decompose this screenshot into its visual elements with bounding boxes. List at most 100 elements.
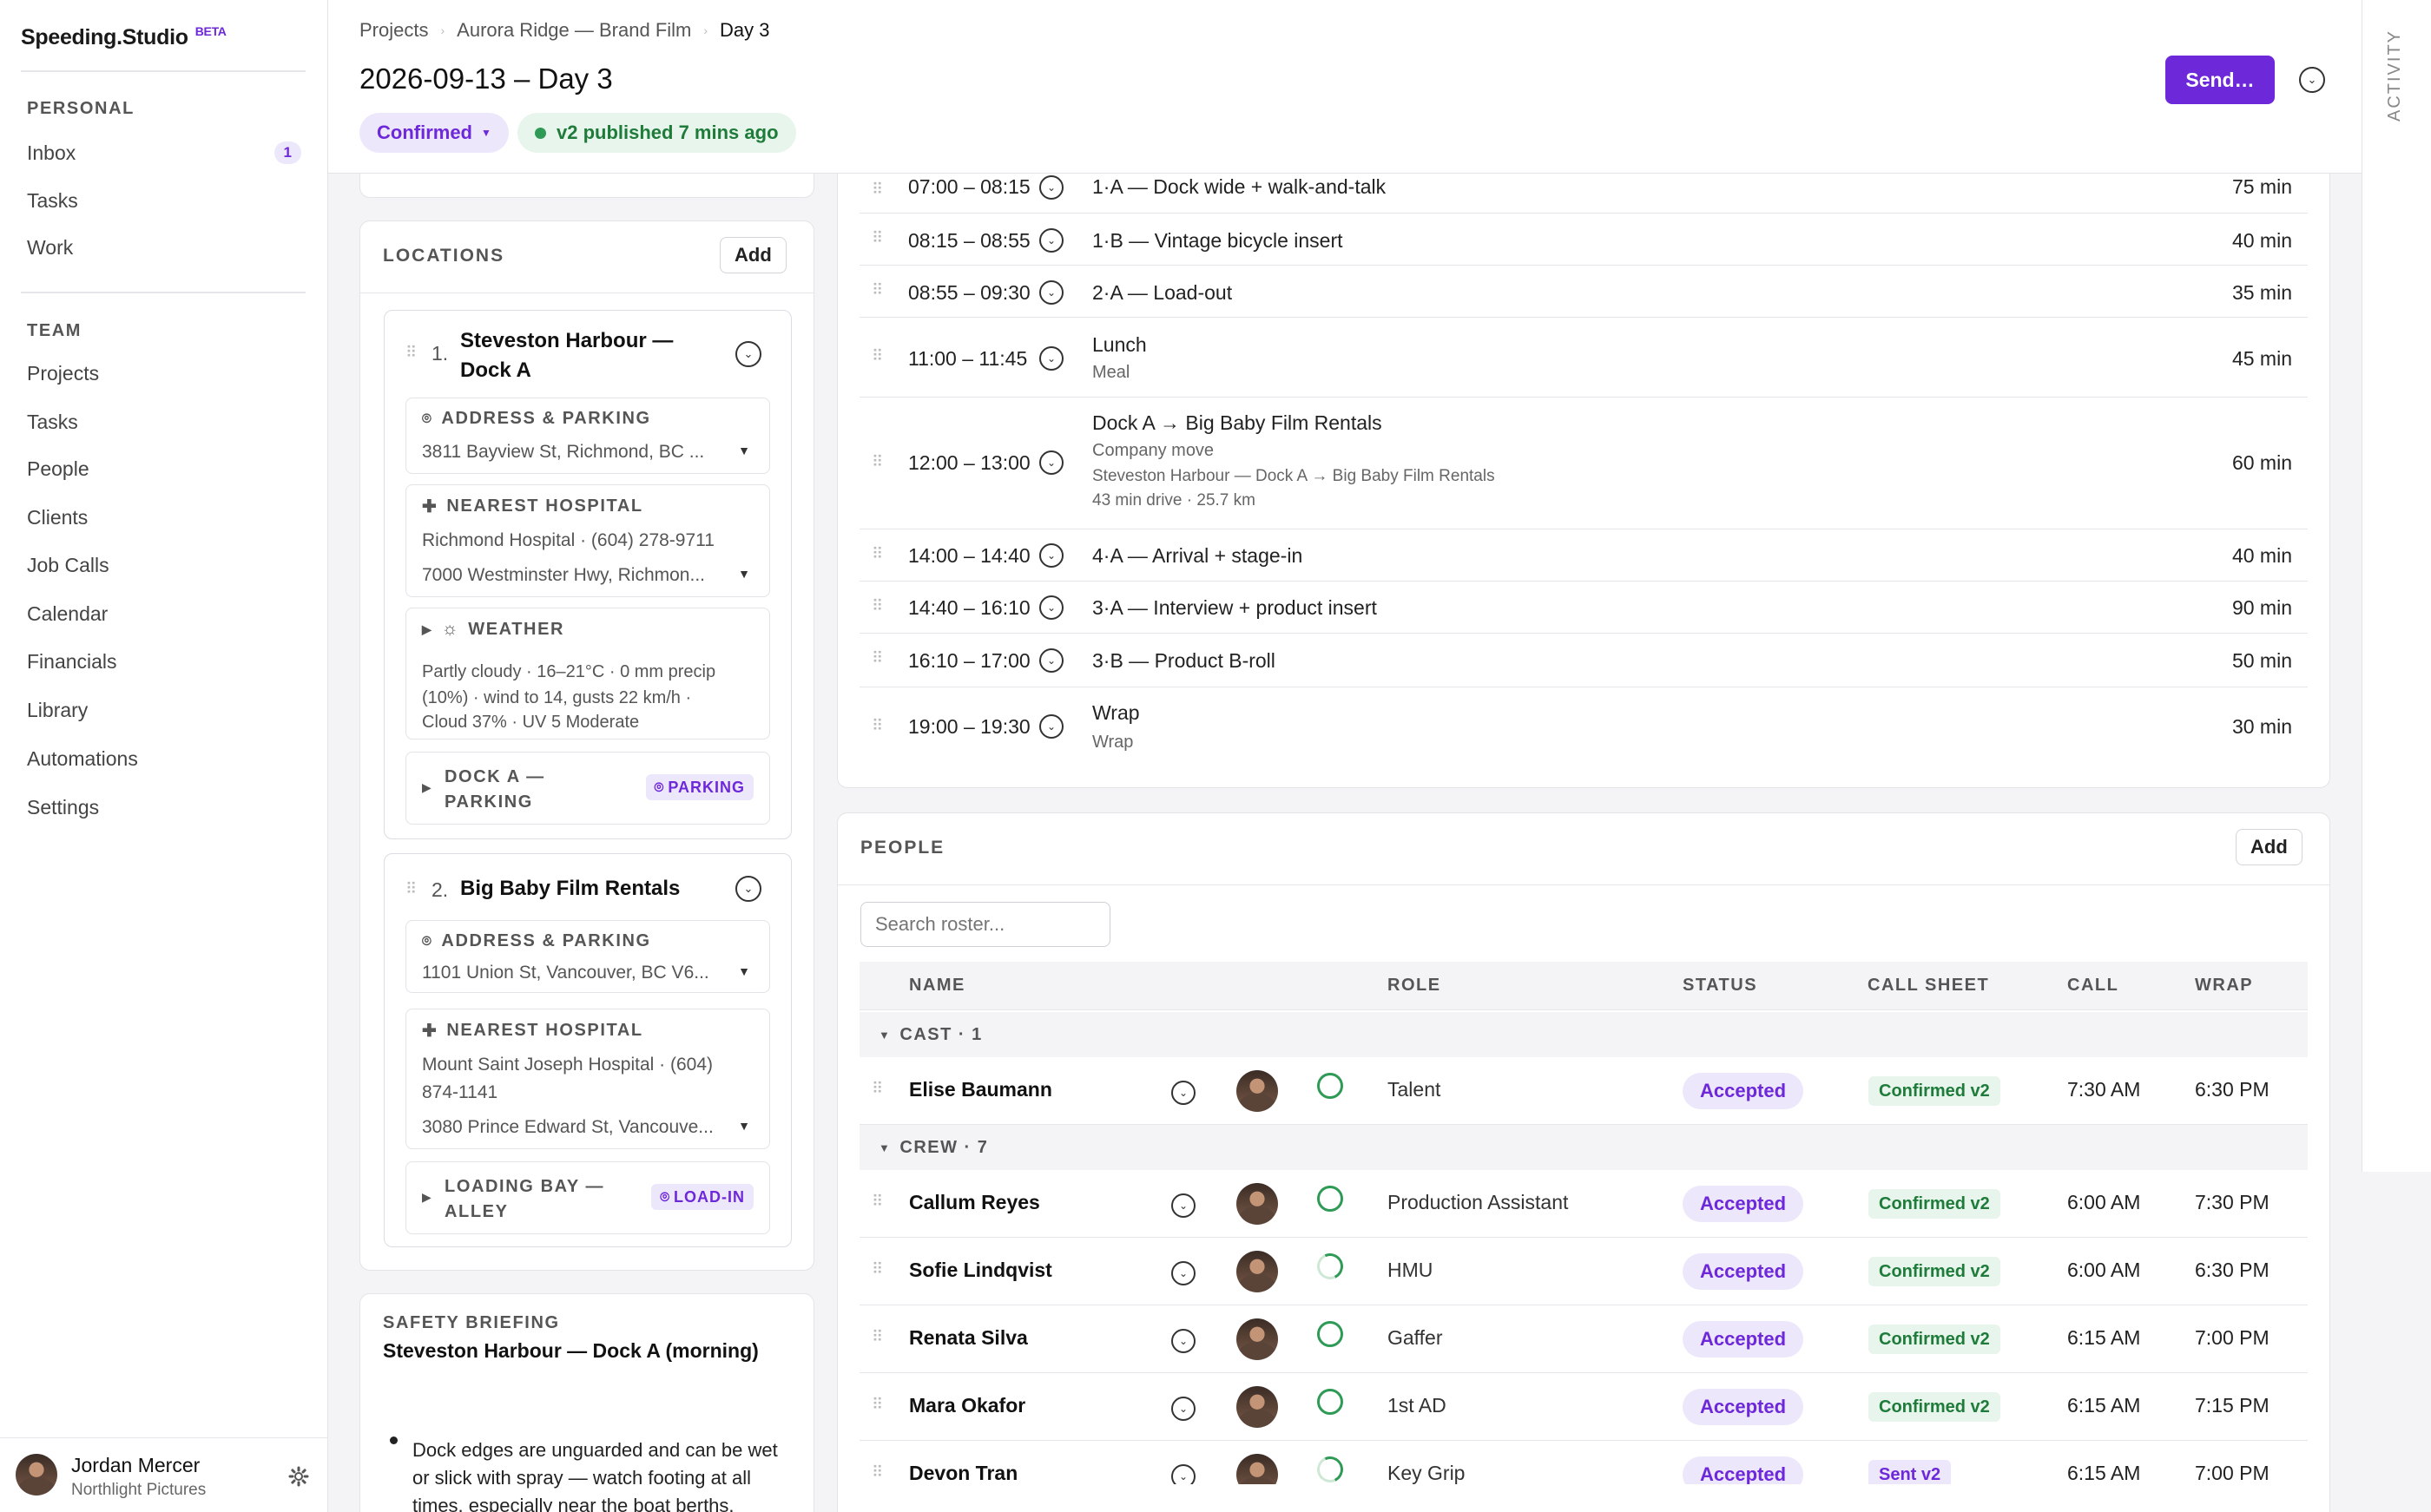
- col-status[interactable]: STATUS: [1683, 976, 1757, 996]
- status-badge[interactable]: Accepted: [1683, 1253, 1804, 1290]
- wrap-time[interactable]: 7:30 PM: [2195, 1191, 2270, 1214]
- table-row[interactable]: ⠿ Devon Tran ⌄ Key Grip Accepted Sent v2…: [860, 1441, 2308, 1484]
- row-chevron-icon[interactable]: ⌄: [1171, 1193, 1196, 1218]
- sidebar-item-clients[interactable]: Clients: [27, 500, 301, 535]
- expand-triangle-icon[interactable]: ▶: [422, 1190, 432, 1205]
- row-chevron-icon[interactable]: ⌄: [1171, 1261, 1196, 1285]
- drag-handle-icon[interactable]: ⠿: [872, 181, 883, 199]
- group-crew[interactable]: ▼ CREW · 7: [860, 1125, 2308, 1170]
- collapse-triangle-icon[interactable]: ▼: [879, 1141, 891, 1154]
- person-name[interactable]: Renata Silva: [909, 1326, 1028, 1350]
- row-chevron-icon[interactable]: ⌄: [1171, 1464, 1196, 1484]
- activity-rail[interactable]: ACTIVITY: [2362, 0, 2431, 1172]
- caret-down-icon[interactable]: ▼: [738, 964, 750, 978]
- sidebar-item-library[interactable]: Library: [27, 693, 301, 727]
- call-time[interactable]: 6:00 AM: [2067, 1259, 2140, 1282]
- col-name[interactable]: NAME: [909, 976, 965, 996]
- sidebar-item-inbox[interactable]: Inbox 1: [27, 135, 301, 170]
- table-row[interactable]: ⠿ Callum Reyes ⌄ Production Assistant Ac…: [860, 1170, 2308, 1238]
- row-chevron-icon[interactable]: ⌄: [1039, 228, 1064, 253]
- sublocation-dock-a-parking[interactable]: ▶ DOCK A — PARKING ⌾ PARKING: [405, 752, 770, 825]
- expand-triangle-icon[interactable]: ▶: [422, 780, 432, 795]
- sidebar-item-team-tasks[interactable]: Tasks: [27, 404, 301, 439]
- wrap-time[interactable]: 6:30 PM: [2195, 1078, 2270, 1101]
- person-name[interactable]: Mara Okafor: [909, 1394, 1025, 1417]
- call-time[interactable]: 7:30 AM: [2067, 1078, 2140, 1101]
- collapse-triangle-icon[interactable]: ▼: [879, 1029, 891, 1042]
- drag-handle-icon[interactable]: ⠿: [405, 344, 417, 362]
- drag-handle-icon[interactable]: ⠿: [872, 649, 883, 667]
- status-dropdown[interactable]: Confirmed ▼: [359, 113, 509, 153]
- caret-down-icon[interactable]: ▼: [738, 444, 750, 457]
- drag-handle-icon[interactable]: ⠿: [872, 1260, 883, 1279]
- sidebar-item-settings[interactable]: Settings: [27, 790, 301, 825]
- drag-handle-icon[interactable]: ⠿: [872, 347, 883, 365]
- location-chevron-icon[interactable]: ⌄: [735, 876, 761, 902]
- row-chevron-icon[interactable]: ⌄: [1171, 1329, 1196, 1353]
- sidebar-item-calendar[interactable]: Calendar: [27, 596, 301, 631]
- row-chevron-icon[interactable]: ⌄: [1039, 648, 1064, 673]
- schedule-row[interactable]: ⠿ 16:10 – 17:00 ⌄ 3·B — Product B-roll 5…: [860, 634, 2308, 687]
- row-chevron-icon[interactable]: ⌄: [1039, 175, 1064, 200]
- user-menu[interactable]: Jordan Mercer Northlight Pictures: [0, 1437, 328, 1512]
- location-card-1[interactable]: ⠿ 1. Steveston Harbour — Dock A ⌄ ⌾ ADDRES…: [384, 310, 792, 839]
- sidebar-item-work[interactable]: Work: [27, 230, 301, 265]
- wrap-time[interactable]: 7:00 PM: [2195, 1326, 2270, 1350]
- sidebar-item-projects[interactable]: Projects: [27, 356, 301, 391]
- drag-handle-icon[interactable]: ⠿: [872, 1396, 883, 1414]
- drag-handle-icon[interactable]: ⠿: [872, 717, 883, 735]
- sidebar-item-financials[interactable]: Financials: [27, 644, 301, 679]
- send-button[interactable]: Send…: [2165, 56, 2275, 104]
- table-row[interactable]: ⠿ Renata Silva ⌄ Gaffer Accepted Confirm…: [860, 1305, 2308, 1373]
- drag-handle-icon[interactable]: ⠿: [872, 1328, 883, 1346]
- table-row[interactable]: ⠿ Sofie Lindqvist ⌄ HMU Accepted Confirm…: [860, 1238, 2308, 1305]
- schedule-row[interactable]: ⠿ 11:00 – 11:45 ⌄ Lunch Meal 45 min: [860, 318, 2308, 398]
- schedule-row[interactable]: ⠿ 08:15 – 08:55 ⌄ 1·B — Vintage bicycle …: [860, 214, 2308, 266]
- sidebar-item-automations[interactable]: Automations: [27, 741, 301, 776]
- drag-handle-icon[interactable]: ⠿: [872, 597, 883, 615]
- location-card-2[interactable]: ⠿ 2. Big Baby Film Rentals ⌄ ⌾ ADDRESS & …: [384, 853, 792, 1247]
- address-parking-section[interactable]: ⌾ ADDRESS & PARKING 1101 Union St, Vancou…: [405, 920, 770, 993]
- row-chevron-icon[interactable]: ⌄: [1039, 595, 1064, 620]
- status-badge[interactable]: Accepted: [1683, 1389, 1804, 1425]
- call-time[interactable]: 6:15 AM: [2067, 1326, 2140, 1350]
- sublocation-loading-bay[interactable]: ▶ LOADING BAY — ALLEY ⌾ LOAD-IN: [405, 1161, 770, 1234]
- row-chevron-icon[interactable]: ⌄: [1039, 714, 1064, 739]
- status-badge[interactable]: Accepted: [1683, 1456, 1804, 1484]
- drag-handle-icon[interactable]: ⠿: [872, 453, 883, 471]
- search-roster-input[interactable]: [860, 902, 1110, 947]
- drag-handle-icon[interactable]: ⠿: [872, 1463, 883, 1482]
- drag-handle-icon[interactable]: ⠿: [872, 281, 883, 299]
- sidebar-item-people[interactable]: People: [27, 451, 301, 486]
- app-logo[interactable]: Speeding.Studio BETA: [21, 24, 227, 50]
- status-badge[interactable]: Accepted: [1683, 1186, 1804, 1222]
- expand-triangle-icon[interactable]: ▶: [422, 622, 432, 637]
- col-wrap[interactable]: WRAP: [2195, 976, 2253, 996]
- drag-handle-icon[interactable]: ⠿: [405, 880, 417, 898]
- address-parking-section[interactable]: ⌾ ADDRESS & PARKING 3811 Bayview St, Rich…: [405, 398, 770, 474]
- wrap-time[interactable]: 6:30 PM: [2195, 1259, 2270, 1282]
- col-call-sheet[interactable]: CALL SHEET: [1868, 976, 1989, 996]
- person-name[interactable]: Elise Baumann: [909, 1078, 1052, 1101]
- person-name[interactable]: Devon Tran: [909, 1462, 1018, 1484]
- drag-handle-icon[interactable]: ⠿: [872, 1080, 883, 1098]
- schedule-row[interactable]: ⠿ 07:00 – 08:15 ⌄ 1·A — Dock wide + walk…: [860, 174, 2308, 214]
- caret-down-icon[interactable]: ▼: [738, 1119, 750, 1133]
- row-chevron-icon[interactable]: ⌄: [1039, 280, 1064, 305]
- sidebar-item-job-calls[interactable]: Job Calls: [27, 548, 301, 582]
- add-person-button[interactable]: Add: [2236, 829, 2303, 865]
- hospital-section[interactable]: ✚ NEAREST HOSPITAL Richmond Hospital · (6…: [405, 484, 770, 597]
- schedule-row[interactable]: ⠿ 19:00 – 19:30 ⌄ Wrap Wrap 30 min: [860, 687, 2308, 767]
- weather-section[interactable]: ▶ ☼ WEATHER Partly cloudy · 16–21°C · 0 mm…: [405, 608, 770, 740]
- wrap-time[interactable]: 7:00 PM: [2195, 1462, 2270, 1484]
- location-chevron-icon[interactable]: ⌄: [735, 341, 761, 367]
- wrap-time[interactable]: 7:15 PM: [2195, 1394, 2270, 1417]
- group-cast[interactable]: ▼ CAST · 1: [860, 1012, 2308, 1057]
- row-chevron-icon[interactable]: ⌄: [1171, 1081, 1196, 1105]
- col-role[interactable]: ROLE: [1387, 976, 1441, 996]
- sidebar-item-tasks[interactable]: Tasks: [27, 183, 301, 218]
- row-chevron-icon[interactable]: ⌄: [1171, 1397, 1196, 1421]
- add-location-button[interactable]: Add: [720, 237, 787, 273]
- drag-handle-icon[interactable]: ⠿: [872, 1193, 883, 1211]
- col-call[interactable]: CALL: [2067, 976, 2118, 996]
